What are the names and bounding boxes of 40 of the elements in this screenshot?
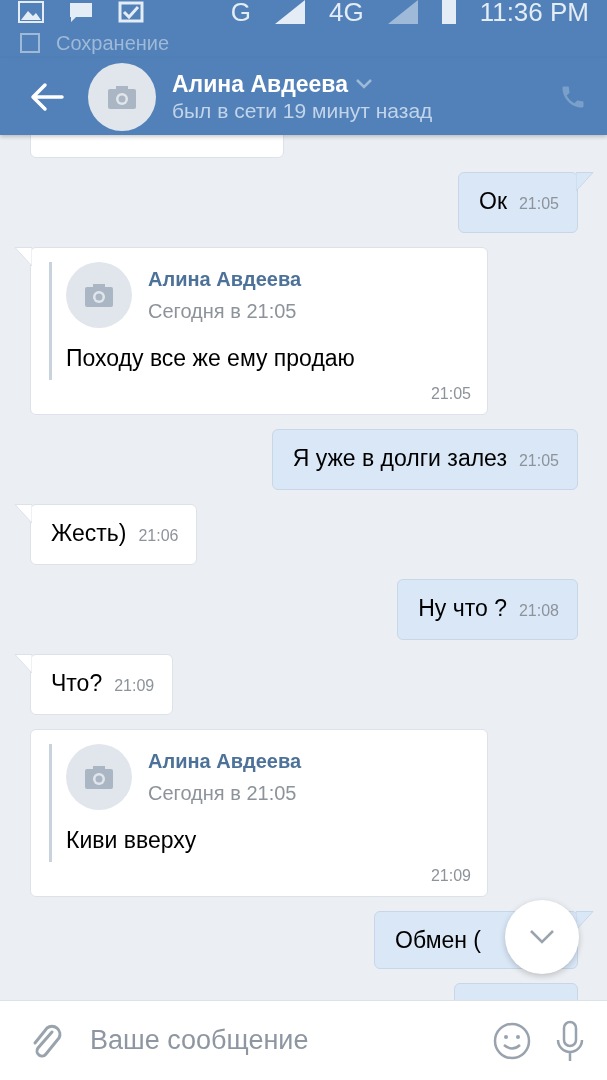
signal-icon: [387, 0, 418, 24]
author-name[interactable]: Алина Авдеева: [148, 747, 302, 775]
forward-date: Сегодня в 21:05: [148, 781, 298, 806]
chevron-down-icon[interactable]: [356, 78, 372, 89]
battery-icon: [441, 0, 456, 24]
forward-date: Сегодня в 21:05: [148, 299, 298, 324]
message-text: Ну что ?: [418, 595, 507, 621]
status-time: 11:36 PM: [479, 0, 589, 24]
emoji-icon[interactable]: [493, 1021, 531, 1060]
message-composer[interactable]: Ваше сообщение: [0, 1000, 607, 1080]
last-seen-text: был в сети 19 минут назад: [172, 97, 434, 124]
message-time: 21:09: [429, 866, 471, 886]
notification-text: Сохранение: [56, 31, 170, 56]
message-field[interactable]: Ваше сообщение: [88, 1019, 469, 1062]
check-icon: [118, 1, 144, 23]
checkbox-icon: [20, 33, 40, 53]
message-time: 21:06: [138, 527, 179, 544]
chevron-down-icon: [529, 929, 555, 945]
author-name[interactable]: Алина Авдеева: [148, 265, 302, 293]
message-text: Обмен (: [395, 927, 481, 953]
back-icon[interactable]: [30, 81, 64, 112]
scroll-down-button[interactable]: [505, 900, 579, 974]
message-time: 21:09: [114, 677, 155, 694]
network-label: G: [230, 0, 251, 24]
message-text: Жесть): [51, 520, 127, 546]
network-label: 4G: [328, 0, 364, 24]
message-time: 21:08: [518, 602, 559, 619]
message-text: Ок: [479, 188, 507, 214]
picture-icon: [18, 1, 44, 23]
message-time: 21:05: [429, 384, 471, 404]
chat-icon: [68, 1, 94, 23]
message-text: Киви вверху: [66, 826, 198, 855]
message-text: Походу все же ему продаю: [66, 344, 356, 373]
message-time: 21:05: [518, 195, 559, 212]
message-text: Я уже в долги залез: [292, 445, 507, 471]
message-text: Что?: [51, 670, 103, 696]
contact-name[interactable]: Алина Авдеева: [172, 69, 348, 98]
message-time: 21:05: [518, 452, 559, 469]
microphone-icon[interactable]: [555, 1019, 585, 1062]
signal-icon: [274, 0, 305, 24]
